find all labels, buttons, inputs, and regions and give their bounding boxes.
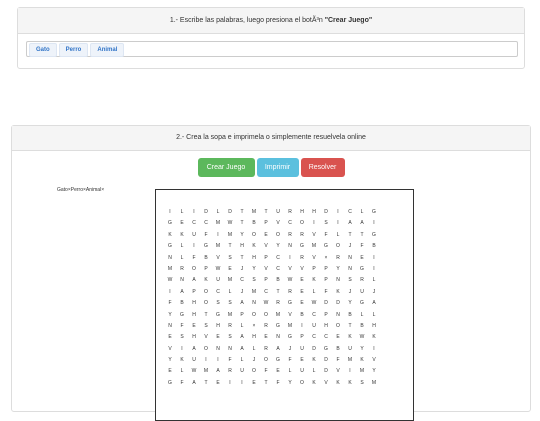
grid-cell[interactable]: G: [164, 378, 176, 389]
grid-cell[interactable]: F: [176, 378, 188, 389]
grid-cell[interactable]: S: [356, 378, 368, 389]
word-tag-gato[interactable]: Gato: [29, 43, 57, 57]
grid-row: VIAONNALRAJUDGBUYI: [164, 337, 380, 352]
words-tags-input[interactable]: Gato Perro Animal: [26, 41, 518, 57]
grid-cell[interactable]: V: [320, 378, 332, 389]
grid-row: N F E S H R L × R G M I U H O T B H: [164, 314, 380, 329]
grid-row: GLIGMTHKVYNGMGOJFB: [164, 234, 380, 249]
grid-cell[interactable]: I: [224, 378, 236, 389]
words-instruction-button-name: "Crear Juego": [324, 17, 373, 24]
grid-row: ILIDLDTMTURHHDICLG: [164, 200, 380, 215]
words-panel-heading: 1.- Escribe las palabras, luego presiona…: [18, 8, 524, 34]
letter-grid: ILIDLDTMTURHHDICLGGECCMWTBPVCOISIAAIKKUF…: [164, 200, 380, 386]
grid-row: ESHVESAHENGPCCEKWK: [164, 325, 380, 340]
grid-cell[interactable]: F: [272, 378, 284, 389]
grid-cell[interactable]: T: [260, 378, 272, 389]
solve-button[interactable]: Resolver: [300, 158, 345, 177]
grid-row: IAPOCLJMCTRELFKJUJ: [164, 280, 380, 295]
grid-cell[interactable]: E: [248, 378, 260, 389]
grid-cell[interactable]: E: [212, 378, 224, 389]
grid-cell[interactable]: I: [236, 378, 248, 389]
word-list: Gato×Perro×Animal×: [57, 187, 105, 193]
grid-cell[interactable]: K: [332, 378, 344, 389]
word-search-board: ILIDLDTMTURHHDICLGGECCMWTBPVCOISIAAIKKUF…: [155, 189, 414, 421]
words-panel: 1.- Escribe las palabras, luego presiona…: [17, 7, 525, 69]
puzzle-panel-heading: 2.- Crea la sopa e imprimela o simplemen…: [12, 126, 530, 151]
grid-row: WNAKUMCSPBWEKPNSRL: [164, 268, 380, 283]
print-button[interactable]: Imprimir: [256, 158, 299, 177]
grid-row: ELWMARUOFELULDVIMY: [164, 359, 380, 374]
grid-row: N L F B V S T H P C I R V × R N E I: [164, 246, 380, 261]
word-tag-perro[interactable]: Perro: [58, 43, 89, 57]
grid-row: KKUFIMYOEORRVFLTTG: [164, 223, 380, 238]
grid-cell[interactable]: O: [296, 378, 308, 389]
words-instruction: 1.- Escribe las palabras, luego presiona…: [169, 17, 325, 24]
grid-row: GFATEIIETFYOKVKKSM: [164, 371, 380, 386]
grid-row: YGHTGMPOOMVBCPNBLL: [164, 303, 380, 318]
grid-cell[interactable]: K: [308, 378, 320, 389]
grid-cell[interactable]: M: [368, 378, 380, 389]
grid-row: MROPWEJYVCVVPPYNGI: [164, 257, 380, 272]
grid-cell[interactable]: Y: [284, 378, 296, 389]
word-tag-animal[interactable]: Animal: [90, 43, 125, 57]
grid-cell[interactable]: A: [188, 378, 200, 389]
action-buttons: Crear Juego Imprimir Resolver: [12, 158, 530, 177]
grid-row: YKUIIFLJOGFEKDFMKV: [164, 348, 380, 363]
grid-row: GECCMWTBPVCOISIAAI: [164, 211, 380, 226]
grid-row: FBHOSSANWRGEWDDYGA: [164, 291, 380, 306]
grid-cell[interactable]: K: [344, 378, 356, 389]
grid-cell[interactable]: T: [200, 378, 212, 389]
create-game-button[interactable]: Crear Juego: [197, 158, 255, 177]
puzzle-panel: 2.- Crea la sopa e imprimela o simplemen…: [11, 125, 531, 421]
